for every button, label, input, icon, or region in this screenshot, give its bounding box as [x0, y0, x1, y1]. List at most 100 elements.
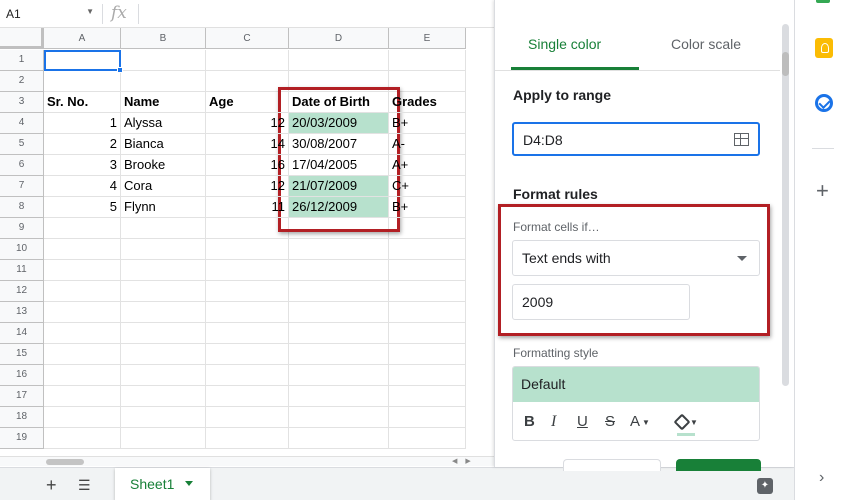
cancel-button[interactable]	[563, 459, 661, 471]
grid-cell[interactable]	[289, 428, 389, 449]
name-box-dropdown-icon[interactable]: ▼	[86, 7, 94, 16]
grid-cell[interactable]: Cora	[121, 176, 206, 197]
grid-cell[interactable]	[206, 365, 289, 386]
grid-cell[interactable]	[121, 323, 206, 344]
grid-cell[interactable]: 5	[44, 197, 121, 218]
row-header[interactable]: 8	[0, 197, 44, 218]
grid-cell[interactable]	[121, 302, 206, 323]
column-header[interactable]: D	[289, 28, 389, 49]
grid-cell[interactable]	[121, 428, 206, 449]
row-header[interactable]: 2	[0, 71, 44, 92]
row-header[interactable]: 1	[0, 50, 44, 71]
grid-cell[interactable]: Bianca	[121, 134, 206, 155]
row-header[interactable]: 5	[0, 134, 44, 155]
column-header[interactable]: B	[121, 28, 206, 49]
grid-cell[interactable]	[44, 344, 121, 365]
grid-cell[interactable]	[44, 71, 121, 92]
grid-cell[interactable]	[121, 407, 206, 428]
grid-cell[interactable]	[389, 281, 466, 302]
grid-cell[interactable]	[206, 50, 289, 71]
horizontal-scrollbar[interactable]: ◀▶	[0, 456, 494, 466]
active-cell-selection[interactable]	[44, 50, 123, 73]
grid-cell[interactable]	[289, 365, 389, 386]
grid-cell[interactable]	[389, 71, 466, 92]
grid-cell[interactable]	[389, 260, 466, 281]
grid-cell[interactable]	[206, 344, 289, 365]
grid-cell[interactable]: B+	[389, 113, 466, 134]
horizontal-scroll-thumb[interactable]	[46, 459, 84, 465]
grid-cell[interactable]	[206, 260, 289, 281]
grid-cell[interactable]	[121, 239, 206, 260]
grid-cell[interactable]: 2	[44, 134, 121, 155]
grid-cell[interactable]: 3	[44, 155, 121, 176]
grid-cell[interactable]	[389, 323, 466, 344]
grid-cell[interactable]: 21/07/2009	[289, 176, 389, 197]
name-box[interactable]: A1 ▼	[0, 3, 98, 25]
row-header[interactable]: 14	[0, 323, 44, 344]
grid-cell[interactable]	[389, 428, 466, 449]
fill-color-button[interactable]: ▼	[673, 413, 698, 431]
grid-cell[interactable]	[121, 260, 206, 281]
grid-cell[interactable]	[121, 71, 206, 92]
add-sheet-button[interactable]: +	[46, 475, 57, 496]
grid-cell[interactable]	[389, 239, 466, 260]
grid-cell[interactable]	[289, 344, 389, 365]
grid-cell[interactable]: Date of Birth	[289, 92, 389, 113]
grid-cell[interactable]	[289, 239, 389, 260]
grid-cell[interactable]: 11	[206, 197, 289, 218]
select-all-corner[interactable]	[0, 28, 44, 49]
grid-cell[interactable]: 30/08/2007	[289, 134, 389, 155]
grid-cell[interactable]	[121, 344, 206, 365]
grid-cell[interactable]: 16	[206, 155, 289, 176]
column-header[interactable]: E	[389, 28, 466, 49]
row-header[interactable]: 18	[0, 407, 44, 428]
select-range-icon[interactable]	[734, 133, 749, 146]
row-header[interactable]: 15	[0, 344, 44, 365]
row-header[interactable]: 9	[0, 218, 44, 239]
grid-cell[interactable]	[289, 260, 389, 281]
grid-cell[interactable]	[44, 302, 121, 323]
grid-cell[interactable]: A+	[389, 155, 466, 176]
panel-scroll-thumb[interactable]	[782, 52, 789, 76]
grid-cell[interactable]	[389, 302, 466, 323]
grid-cell[interactable]	[44, 428, 121, 449]
grid-cell[interactable]: 20/03/2009	[289, 113, 389, 134]
keep-icon[interactable]	[815, 38, 833, 58]
grid-cell[interactable]: A-	[389, 134, 466, 155]
bold-button[interactable]: B	[524, 413, 535, 430]
grid-cell[interactable]	[289, 407, 389, 428]
sheet-tab-menu-icon[interactable]	[185, 481, 193, 486]
row-header[interactable]: 11	[0, 260, 44, 281]
row-header[interactable]: 12	[0, 281, 44, 302]
sheet-tab-sheet1[interactable]: Sheet1	[115, 468, 210, 500]
grid-cell[interactable]: Brooke	[121, 155, 206, 176]
grid-cell[interactable]	[121, 281, 206, 302]
fill-handle[interactable]	[117, 67, 123, 73]
row-header[interactable]: 13	[0, 302, 44, 323]
strikethrough-button[interactable]: S	[605, 413, 615, 430]
text-color-button[interactable]: A ▼	[630, 413, 650, 430]
grid-cell[interactable]	[121, 218, 206, 239]
grid-cell[interactable]	[121, 386, 206, 407]
row-header[interactable]: 16	[0, 365, 44, 386]
style-preview-dropdown[interactable]: Default	[513, 367, 759, 402]
column-header[interactable]: A	[44, 28, 121, 49]
grid-cell[interactable]	[289, 302, 389, 323]
grid-cell[interactable]	[44, 323, 121, 344]
all-sheets-button[interactable]: ☰	[78, 477, 91, 494]
grid-cell[interactable]	[206, 281, 289, 302]
grid-cell[interactable]	[44, 281, 121, 302]
underline-button[interactable]: U	[577, 413, 588, 430]
grid-cell[interactable]: Alyssa	[121, 113, 206, 134]
grid-cell[interactable]	[121, 50, 206, 71]
grid-cell[interactable]	[289, 386, 389, 407]
grid-cell[interactable]	[389, 386, 466, 407]
grid-cell[interactable]	[206, 407, 289, 428]
row-header[interactable]: 10	[0, 239, 44, 260]
grid-cell[interactable]	[44, 218, 121, 239]
explore-icon[interactable]: ✦	[757, 478, 773, 494]
row-header[interactable]: 6	[0, 155, 44, 176]
grid-cell[interactable]	[289, 281, 389, 302]
grid-cell[interactable]	[206, 218, 289, 239]
grid-cell[interactable]	[206, 386, 289, 407]
